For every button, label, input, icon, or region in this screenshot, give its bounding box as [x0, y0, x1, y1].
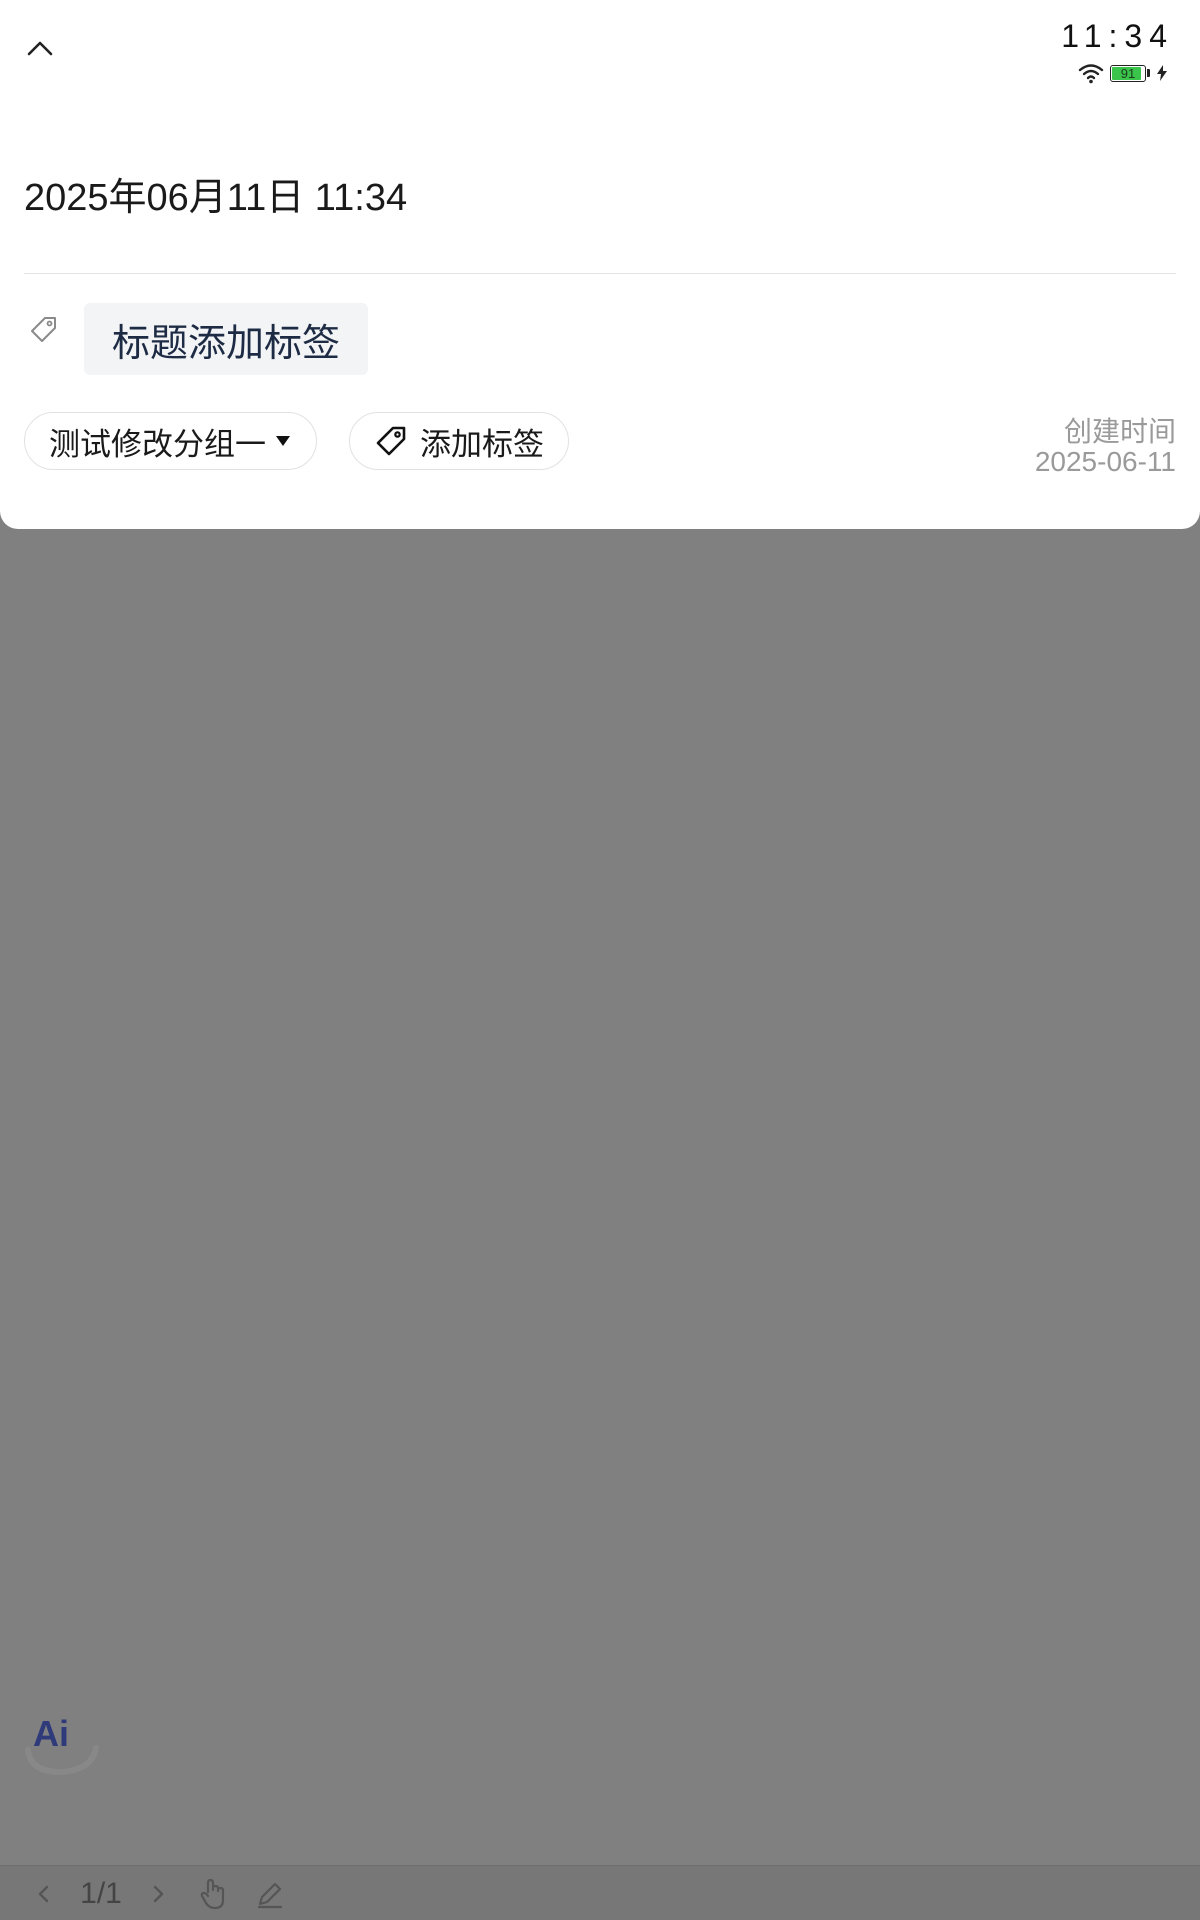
next-page-button[interactable] [144, 1866, 174, 1920]
add-tag-label: 添加标签 [420, 426, 544, 463]
page-indicator: 1/1 [74, 1866, 128, 1920]
note-datetime: 2025年06月11日 11:34 [24, 177, 408, 219]
wifi-icon [1078, 64, 1104, 84]
group-selector[interactable]: 测试修改分组一 [24, 412, 317, 470]
created-date: 2025-06-11 [1034, 446, 1176, 477]
page-indicator-text: 1/1 [80, 1876, 122, 1910]
prev-page-icon [38, 1885, 49, 1902]
title-add-tag-button[interactable]: 标题添加标签 [84, 303, 368, 375]
note-header-sheet: 11:34 91 2025年06月11日 11:34 标题添加标签 测试修改分组… [0, 0, 1200, 529]
battery-icon: 91 [1110, 64, 1146, 82]
group-label: 测试修改分组一 [49, 426, 266, 463]
divider [24, 273, 1176, 274]
pen-tool-icon [257, 1882, 283, 1908]
hand-tool-button[interactable] [196, 1866, 232, 1920]
created-time-label: 创建时间 [1063, 415, 1176, 448]
status-time: 11:34 [1061, 18, 1174, 54]
prev-page-button[interactable] [28, 1866, 58, 1920]
add-tag-button[interactable]: 添加标签 [349, 412, 569, 470]
collapse-button[interactable] [20, 28, 60, 68]
battery-tip [1147, 69, 1150, 77]
tag-icon [376, 426, 406, 456]
next-page-icon [153, 1885, 164, 1902]
tag-icon [31, 317, 56, 342]
ai-assistant-button[interactable]: Ai [16, 1700, 106, 1778]
caret-down-icon [276, 436, 290, 446]
ai-glow-icon [25, 1745, 99, 1776]
bottom-toolbar: 1/1 [0, 1865, 1200, 1920]
status-icons: 91 [1078, 62, 1168, 84]
charging-icon [1157, 65, 1167, 81]
battery-level: 91 [1120, 65, 1136, 81]
chevron-up-icon [27, 41, 53, 56]
app-screen: 11:34 91 2025年06月11日 11:34 标题添加标签 测试修改分组… [0, 0, 1200, 1920]
hand-tool-icon [200, 1878, 225, 1909]
pen-tool-button[interactable] [252, 1866, 288, 1920]
